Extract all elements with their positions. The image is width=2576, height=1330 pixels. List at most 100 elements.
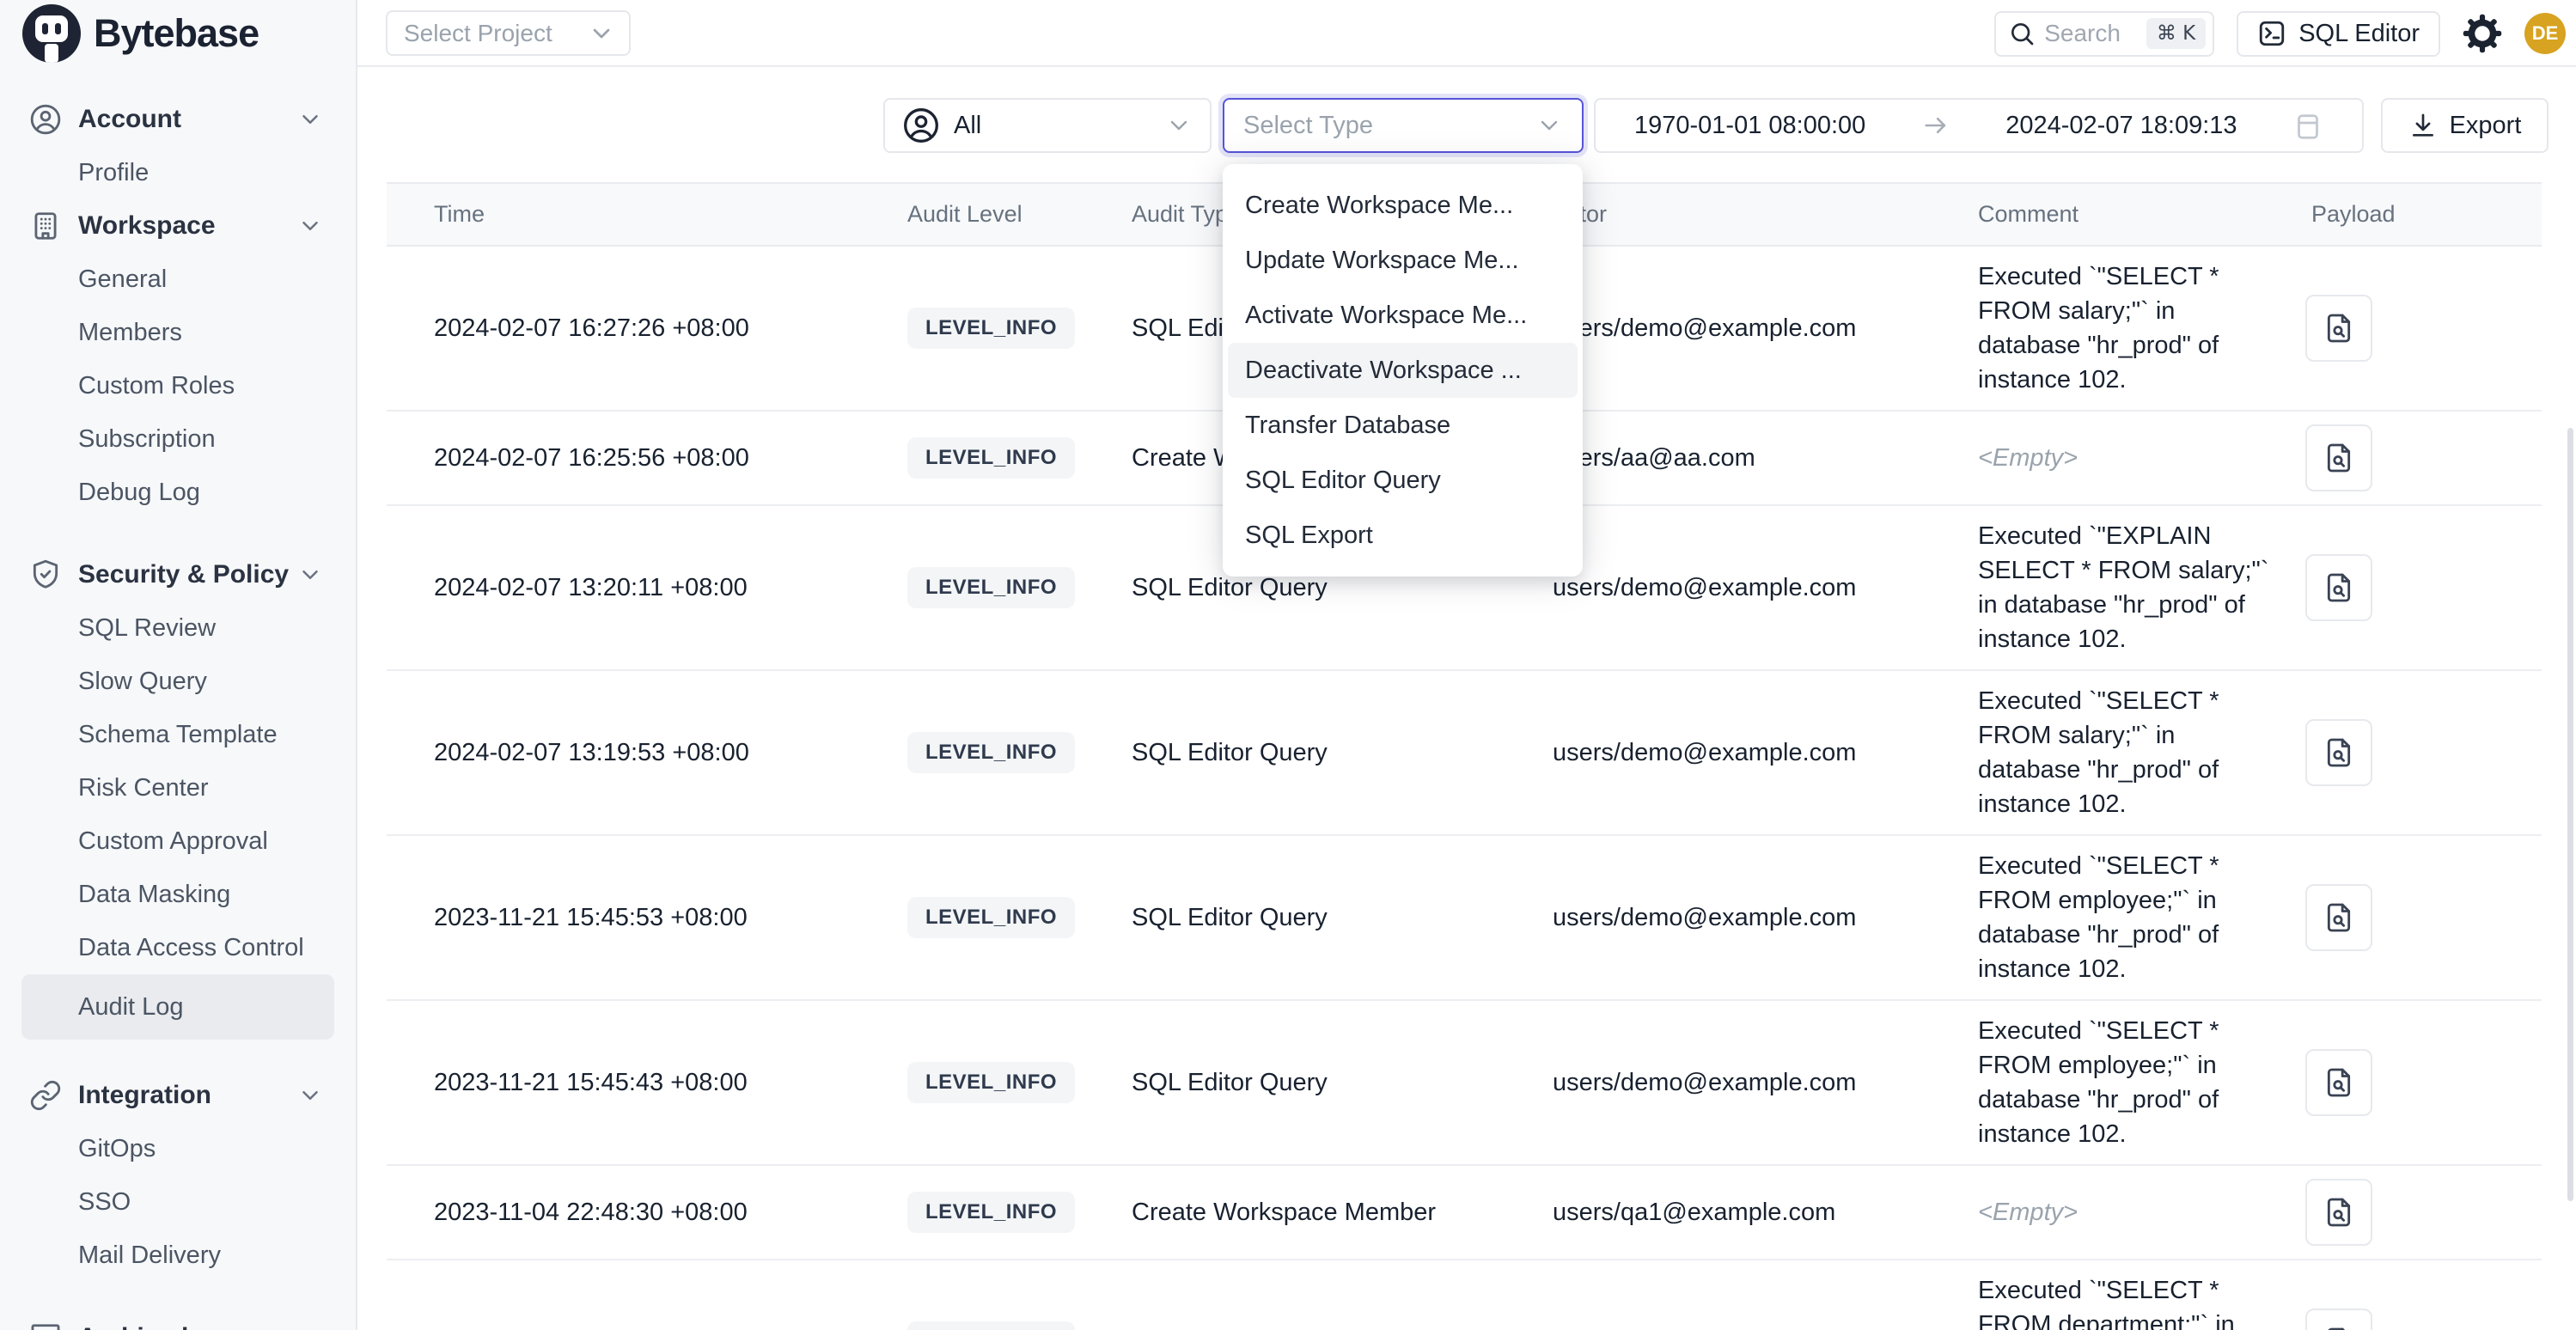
topbar: Select Project Search ⌘ K SQL Editor <box>357 0 2576 67</box>
bytebase-logo-icon <box>22 4 81 63</box>
view-payload-button[interactable] <box>2305 719 2372 786</box>
type-menu-item[interactable]: Deactivate Workspace ... <box>1228 343 1578 398</box>
type-menu-item[interactable]: Create Workspace Me... <box>1228 178 1578 233</box>
sidebar-item-audit-log[interactable]: Audit Log <box>21 974 334 1040</box>
type-filter-dropdown-menu: Create Workspace Me...Update Workspace M… <box>1223 164 1583 577</box>
type-menu-item[interactable]: Transfer Database <box>1228 398 1578 453</box>
scrollbar-thumb[interactable] <box>2567 428 2573 1201</box>
cell-payload <box>2298 295 2542 362</box>
file-search-icon <box>2322 1195 2356 1229</box>
column-header-audit-level: Audit Level <box>902 201 1126 228</box>
view-payload-button[interactable] <box>2305 295 2372 362</box>
file-search-icon <box>2322 441 2356 475</box>
cell-actor: users/aa@aa.com <box>1547 444 1968 473</box>
sidebar-item-account[interactable]: Account <box>21 93 334 146</box>
cell-audit-level: LEVEL_INFO <box>902 732 1126 773</box>
sidebar-item-label: Profile <box>78 159 149 187</box>
type-filter-select[interactable]: Select Type <box>1223 98 1584 153</box>
sidebar-item-slow-query[interactable]: Slow Query <box>21 655 334 708</box>
view-payload-button[interactable] <box>2305 424 2372 491</box>
view-payload-button[interactable] <box>2305 884 2372 951</box>
cell-payload <box>2298 554 2542 621</box>
sidebar-item-custom-roles[interactable]: Custom Roles <box>21 359 334 412</box>
sidebar-item-schema-template[interactable]: Schema Template <box>21 708 334 761</box>
brand-logo[interactable]: Bytebase <box>0 0 356 67</box>
sidebar-item-subscription[interactable]: Subscription <box>21 412 334 466</box>
sidebar-item-security-policy[interactable]: Security & Policy <box>21 548 334 601</box>
cell-time: 2023-11-21 15:45:43 +08:00 <box>387 1069 902 1097</box>
level-badge: LEVEL_INFO <box>907 1062 1075 1103</box>
type-menu-item[interactable]: Update Workspace Me... <box>1228 233 1578 288</box>
cell-comment: Executed `"SELECT * FROM salary;"` in da… <box>1968 259 2274 397</box>
cell-time: 2024-02-07 16:25:56 +08:00 <box>387 444 902 473</box>
sidebar-item-data-access-control[interactable]: Data Access Control <box>21 921 334 974</box>
sidebar-item-general[interactable]: General <box>21 253 334 306</box>
sidebar-item-label: Subscription <box>78 425 216 454</box>
level-badge: LEVEL_INFO <box>907 1321 1075 1330</box>
sql-editor-button[interactable]: SQL Editor <box>2237 11 2440 57</box>
sidebar-item-integration[interactable]: Integration <box>21 1069 334 1122</box>
actor-filter-value: All <box>954 112 1165 140</box>
date-from[interactable]: 1970-01-01 08:00:00 <box>1634 112 1865 140</box>
cell-audit-level: LEVEL_INFO <box>902 897 1126 938</box>
search-shortcut-kbd: ⌘ K <box>2146 18 2206 49</box>
view-payload-button[interactable] <box>2305 1309 2372 1330</box>
sidebar-item-gitops[interactable]: GitOps <box>21 1122 334 1175</box>
sidebar-item-archived[interactable]: Archived <box>21 1311 334 1330</box>
cell-audit-type: Create Workspace Member <box>1126 1199 1547 1227</box>
sidebar-item-sso[interactable]: SSO <box>21 1175 334 1229</box>
project-select-placeholder: Select Project <box>404 20 588 47</box>
cell-comment: <Empty> <box>1968 441 2274 475</box>
sidebar-item-profile[interactable]: Profile <box>21 146 334 199</box>
level-badge: LEVEL_INFO <box>907 437 1075 479</box>
arrow-right-icon <box>1921 111 1950 140</box>
sidebar-item-label: Risk Center <box>78 774 209 802</box>
sidebar-item-data-masking[interactable]: Data Masking <box>21 868 334 921</box>
type-menu-item[interactable]: SQL Export <box>1228 508 1578 563</box>
settings-gear-icon[interactable] <box>2463 14 2502 53</box>
table-row: 2023-11-21 15:45:43 +08:00 LEVEL_INFO SQ… <box>387 1001 2542 1166</box>
terminal-icon <box>2257 19 2286 48</box>
sidebar-item-label: Archived <box>78 1323 188 1330</box>
search-placeholder: Search <box>2044 20 2146 47</box>
sidebar-item-debug-log[interactable]: Debug Log <box>21 466 334 519</box>
cell-actor: users/demo@example.com <box>1547 314 1968 343</box>
level-badge: LEVEL_INFO <box>907 897 1075 938</box>
cell-payload <box>2298 1309 2542 1330</box>
cell-payload <box>2298 424 2542 491</box>
view-payload-button[interactable] <box>2305 1179 2372 1246</box>
cell-actor: users/demo@example.com <box>1547 1069 1968 1097</box>
search-input[interactable]: Search ⌘ K <box>1994 11 2214 57</box>
actor-filter-select[interactable]: All <box>883 98 1212 153</box>
cell-audit-level: LEVEL_INFO <box>902 567 1126 608</box>
app-root: Bytebase Account Profile Workspace Gener… <box>0 0 2576 1330</box>
sidebar-item-members[interactable]: Members <box>21 306 334 359</box>
building-icon <box>29 210 62 242</box>
user-circle-icon <box>902 107 940 144</box>
export-button[interactable]: Export <box>2381 98 2549 153</box>
archive-icon <box>29 1321 62 1330</box>
sidebar-item-workspace[interactable]: Workspace <box>21 199 334 253</box>
column-header-actor: Actor <box>1547 201 1968 228</box>
sidebar-item-risk-center[interactable]: Risk Center <box>21 761 334 814</box>
sidebar-item-mail-delivery[interactable]: Mail Delivery <box>21 1229 334 1282</box>
logo-head <box>35 15 68 42</box>
type-menu-item[interactable]: Activate Workspace Me... <box>1228 288 1578 343</box>
project-select[interactable]: Select Project <box>386 10 631 56</box>
cell-actor: users/demo@example.com <box>1547 904 1968 932</box>
cell-actor: users/demo@example.com <box>1547 739 1968 767</box>
sidebar-item-sql-review[interactable]: SQL Review <box>21 601 334 655</box>
view-payload-button[interactable] <box>2305 554 2372 621</box>
sidebar-item-label: General <box>78 265 167 294</box>
chevron-down-icon <box>297 107 323 132</box>
avatar[interactable]: DE <box>2524 13 2566 54</box>
sidebar-item-label: SSO <box>78 1188 131 1217</box>
date-to[interactable]: 2024-02-07 18:09:13 <box>2005 112 2237 140</box>
sidebar-item-custom-approval[interactable]: Custom Approval <box>21 814 334 868</box>
link-icon <box>29 1079 62 1112</box>
view-payload-button[interactable] <box>2305 1049 2372 1116</box>
type-menu-item[interactable]: SQL Editor Query <box>1228 453 1578 508</box>
cell-comment: <Empty> <box>1968 1195 2274 1229</box>
cell-comment: Executed `"EXPLAIN SELECT * FROM salary;… <box>1968 519 2274 656</box>
date-range-picker[interactable]: 1970-01-01 08:00:00 2024-02-07 18:09:13 <box>1594 98 2364 153</box>
